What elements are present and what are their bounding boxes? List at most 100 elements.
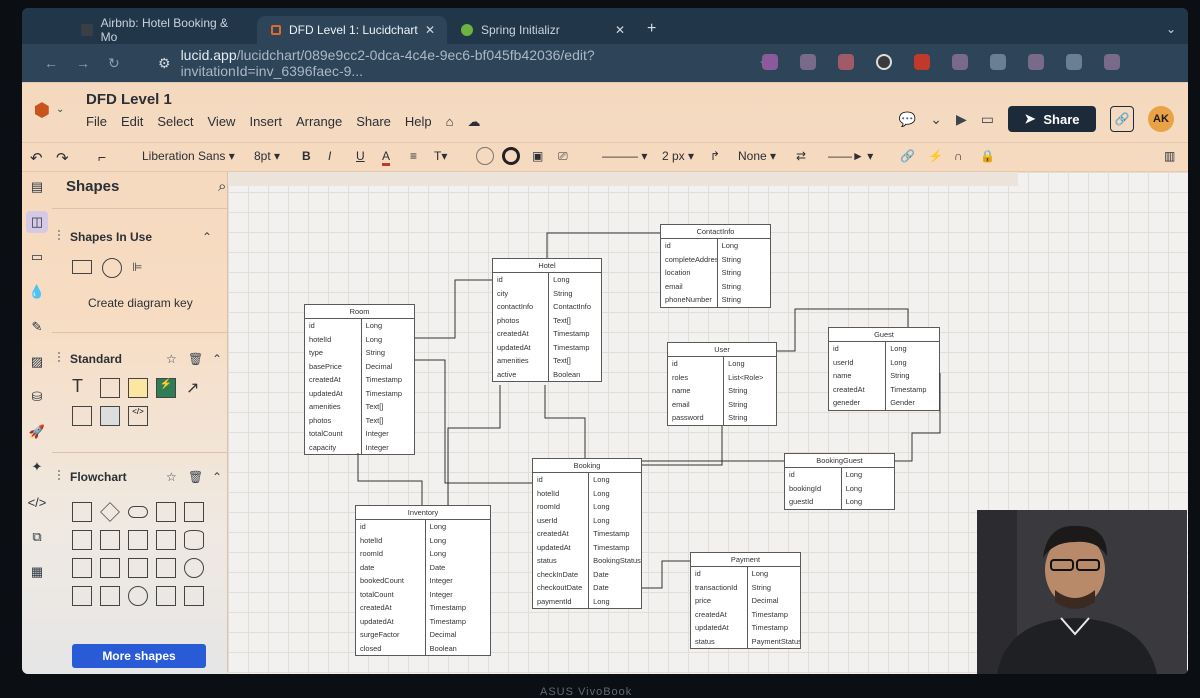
drag-handle-icon[interactable] (58, 230, 62, 240)
image-icon[interactable]: ▨ (26, 351, 48, 373)
favorite-star-icon[interactable]: ☆ (166, 352, 177, 366)
tab-list-chevron-icon[interactable]: ⌄ (1166, 22, 1176, 36)
circle-shape[interactable] (102, 258, 122, 278)
italic-button[interactable]: I (328, 149, 331, 163)
trash-icon[interactable]: 🗑 (188, 352, 203, 366)
redo-icon[interactable]: ↷ (56, 149, 69, 167)
plugin-icon[interactable]: ⧉ (26, 526, 48, 548)
font-size-select[interactable]: 8pt ▾ (254, 149, 280, 163)
forward-icon[interactable]: → (76, 55, 90, 72)
flowchart-pill-shape[interactable] (128, 506, 148, 518)
font-select[interactable]: Liberation Sans ▾ (142, 149, 235, 163)
tab-lucidchart[interactable]: DFD Level 1: Lucidchart ✕ (257, 16, 447, 44)
undo-icon[interactable]: ↶ (30, 149, 43, 167)
underline-button[interactable]: U (356, 149, 365, 163)
extension-icon[interactable] (838, 54, 854, 70)
flowchart-rect-shape[interactable] (72, 502, 92, 522)
more-shapes-button[interactable]: More shapes (72, 644, 206, 668)
list-shape-icon[interactable] (72, 406, 92, 426)
entity-contactinfo[interactable]: ContactInfo id Long completeAddress String lo… (660, 224, 771, 308)
flowchart-diamond-shape[interactable] (100, 502, 120, 522)
user-avatar[interactable]: AK (1148, 106, 1174, 132)
cloud-sync-icon[interactable]: ☁ (468, 114, 481, 130)
entity-user[interactable]: User id Long roles List<Role> name String email… (667, 342, 777, 426)
ai-sparkle-icon[interactable]: ✦ (26, 456, 48, 478)
format-painter-icon[interactable]: ⌐ (98, 149, 106, 165)
extension-icon[interactable] (990, 54, 1006, 70)
flowchart-para-shape[interactable] (156, 530, 176, 550)
document-title[interactable]: DFD Level 1 (86, 91, 172, 108)
pages-icon[interactable]: ▤ (26, 176, 48, 198)
menu-arrange[interactable]: Arrange (296, 114, 342, 130)
magic-icon[interactable]: ✎ (26, 316, 48, 338)
extension-icon[interactable] (952, 54, 968, 70)
site-settings-icon[interactable]: ⚙ (158, 55, 171, 72)
collapse-chevron-icon[interactable]: ⌃ (212, 352, 222, 366)
video-call-icon[interactable]: ▭ (981, 111, 994, 128)
code-icon[interactable]: </> (26, 491, 48, 513)
drag-handle-icon[interactable] (58, 352, 62, 362)
menu-help[interactable]: Help (405, 114, 432, 130)
rectangle-shape[interactable] (72, 260, 92, 274)
flowchart-rect-shape[interactable] (100, 530, 120, 550)
line-tool-icon[interactable]: ↗ (186, 378, 199, 398)
reload-icon[interactable]: ↻ (108, 55, 120, 72)
entity-room[interactable]: Room id Long hotelId Long type String basePrice… (304, 304, 415, 455)
logo-chevron-icon[interactable]: ⌄ (56, 104, 64, 115)
flowchart-rect-shape[interactable] (72, 558, 92, 578)
back-icon[interactable]: ← (44, 55, 58, 72)
present-icon[interactable]: ▶ (956, 111, 967, 128)
text-tool-icon[interactable]: T (72, 376, 83, 397)
flowchart-hex-shape[interactable] (128, 530, 148, 550)
format-panel-icon[interactable]: ▥ (1164, 149, 1175, 163)
flowchart-x-shape[interactable] (184, 586, 204, 606)
close-tab-icon[interactable]: ✕ (425, 23, 435, 37)
templates-icon[interactable]: ⌂ (446, 114, 454, 130)
database-icon[interactable]: ⛁ (26, 386, 48, 408)
create-diagram-key-link[interactable]: Create diagram key (88, 296, 193, 310)
drag-handle-icon[interactable] (58, 470, 62, 480)
extension-icon[interactable] (1028, 54, 1044, 70)
flowchart-trap-shape[interactable] (156, 558, 176, 578)
menu-share[interactable]: Share (356, 114, 391, 130)
extension-icon[interactable] (800, 54, 816, 70)
fill-none-icon[interactable] (476, 147, 494, 165)
grammarly-icon[interactable] (876, 54, 892, 70)
bold-button[interactable]: B (302, 149, 311, 163)
swap-endpoints-icon[interactable]: ⇄ (796, 149, 806, 163)
extension-icon[interactable] (1104, 54, 1120, 70)
flowchart-rect-shape[interactable] (156, 502, 176, 522)
text-color-button[interactable]: A (382, 149, 391, 166)
section-standard[interactable]: Standard (70, 352, 122, 366)
entity-payment[interactable]: Payment id Long transactionId String price Dec… (690, 552, 801, 649)
flowchart-plus-shape[interactable] (156, 586, 176, 606)
flowchart-circ-shape[interactable] (128, 586, 148, 606)
action-shape-icon[interactable]: ⚡ (156, 378, 176, 398)
sticky-note-shape[interactable] (128, 378, 148, 398)
text-shape-icon[interactable]: ⊫ (132, 260, 142, 274)
data-icon[interactable]: 💧 (26, 281, 48, 303)
entity-inventory[interactable]: Inventory id Long hotelId Long roomId Long date… (355, 505, 491, 656)
shape-options-icon[interactable]: ⎚ (558, 149, 568, 164)
link-icon[interactable]: 🔗 (900, 149, 915, 163)
text-options-icon[interactable]: T▾ (434, 149, 447, 163)
arrow-style-select[interactable]: ——► ▾ (828, 149, 873, 163)
integrations-icon[interactable]: ▦ (26, 561, 48, 583)
search-icon[interactable]: ⌕ (218, 178, 226, 195)
flowchart-cyl-shape[interactable] (184, 530, 204, 550)
tab-airbnb[interactable]: Airbnb: Hotel Booking & Mo (67, 16, 257, 44)
url-field[interactable]: ⚙ lucid.app/lucidchart/089e9cc2-0dca-4c4… (152, 47, 772, 79)
line-width-select[interactable]: 2 px ▾ (662, 149, 694, 163)
line-shape-icon[interactable]: ↱ (710, 149, 720, 163)
line-style-select[interactable]: ——— ▾ (602, 149, 647, 163)
close-tab-icon[interactable]: ✕ (615, 23, 625, 37)
tab-spring-initializr[interactable]: Spring Initializr ✕ (447, 16, 637, 44)
entity-bookingguest[interactable]: BookingGuest id Long bookingId Long guestId Lo… (784, 453, 895, 510)
chevron-down-icon[interactable]: ⌄ (930, 111, 942, 128)
action-icon[interactable]: ⚡ (928, 149, 943, 163)
video-shape-icon[interactable] (100, 406, 120, 426)
block-shape[interactable] (100, 378, 120, 398)
comments-icon[interactable]: 💬 (899, 111, 916, 128)
menu-file[interactable]: File (86, 114, 107, 130)
new-tab-button[interactable]: + (637, 20, 666, 44)
